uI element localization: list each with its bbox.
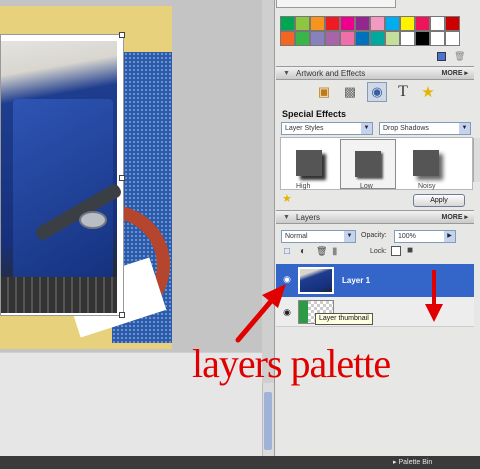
annotation-label: layers palette [192,341,391,386]
arrow-down [425,270,443,322]
annotation-arrows [235,270,443,343]
arrow-to-layers-panel [235,284,286,343]
